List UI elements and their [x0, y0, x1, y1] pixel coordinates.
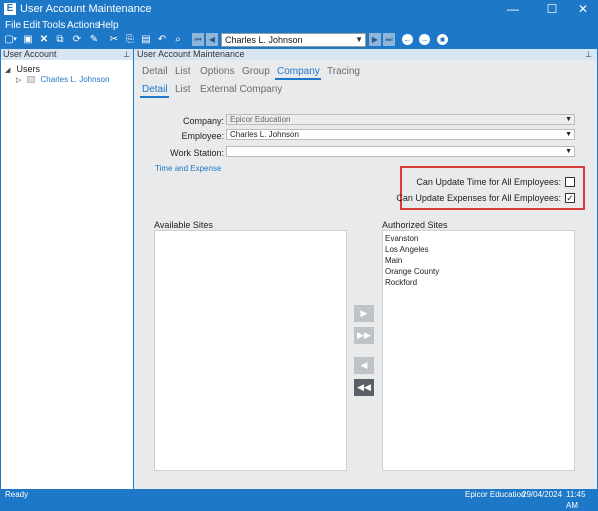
chevron-down-icon[interactable]: ▼: [355, 34, 363, 46]
attachment-icon[interactable]: ⧉: [54, 33, 66, 46]
window-title: User Account Maintenance: [20, 3, 152, 15]
active-tab-underline: [275, 78, 321, 80]
collapse-arrow-icon[interactable]: ◢: [5, 67, 10, 74]
employee-dropdown[interactable]: Charles L. Johnson ▼: [226, 129, 575, 140]
list-item[interactable]: Main: [385, 256, 402, 265]
subtab-detail[interactable]: Detail: [142, 84, 168, 95]
user-record-icon: [27, 75, 36, 83]
workstation-dropdown[interactable]: ▼: [226, 146, 575, 157]
save-icon[interactable]: ▣: [22, 33, 34, 46]
status-company: Epicor Education: [465, 490, 526, 499]
last-record-icon[interactable]: ⏭: [383, 33, 395, 46]
pin-icon[interactable]: ⊥: [123, 49, 130, 60]
highlight-box: [400, 166, 585, 210]
list-item[interactable]: Rockford: [385, 278, 417, 287]
tab-options[interactable]: Options: [200, 66, 234, 77]
can-update-time-checkbox[interactable]: [565, 177, 575, 187]
tree-node-label: Charles L. Johnson: [40, 75, 110, 84]
paste-icon[interactable]: ▤: [140, 33, 152, 46]
record-selector-value: Charles L. Johnson: [225, 35, 303, 45]
toolbar: ▢ ▾ ▣ ✕ ⧉ ⟳ ✎ ✂ ⎘ ▤ ↶ ⌕ ⏮ ◀ Charles L. J…: [0, 32, 598, 48]
main-panel: User Account Maintenance ⊥ Detail List O…: [134, 49, 597, 489]
move-all-left-button[interactable]: ◀◀: [354, 379, 374, 396]
can-update-expenses-checkbox[interactable]: ✓: [565, 193, 575, 203]
tab-group[interactable]: Group: [242, 66, 270, 77]
find-icon[interactable]: ⌕: [172, 33, 184, 46]
menu-actions[interactable]: Actions: [67, 20, 100, 31]
app-logo-icon: E: [4, 3, 16, 15]
minimize-button[interactable]: —: [496, 0, 530, 18]
available-sites-label: Available Sites: [154, 220, 213, 230]
main-panel-title: User Account Maintenance: [137, 49, 245, 59]
authorized-sites-list[interactable]: Evanston Los Angeles Main Orange County …: [382, 230, 575, 471]
maximize-button[interactable]: ☐: [535, 0, 569, 18]
status-time: 11:45 AM: [566, 490, 586, 510]
list-item[interactable]: Evanston: [385, 234, 418, 243]
forward-icon[interactable]: →: [419, 34, 430, 45]
copy-icon[interactable]: ⎘: [124, 33, 136, 46]
new-dropdown-icon[interactable]: ▾: [12, 33, 18, 46]
status-text: Ready: [5, 490, 29, 499]
time-and-expense-link[interactable]: Time and Expense: [155, 164, 221, 173]
chevron-down-icon[interactable]: ▼: [565, 130, 572, 139]
menu-help[interactable]: Help: [98, 20, 119, 31]
tab-list[interactable]: List: [175, 66, 191, 77]
expand-arrow-icon[interactable]: ▷: [16, 77, 21, 84]
authorized-sites-label: Authorized Sites: [382, 220, 448, 230]
company-value: Epicor Education: [230, 115, 291, 124]
next-record-icon[interactable]: ▶: [369, 33, 381, 46]
close-button[interactable]: ✕: [566, 0, 598, 18]
subtab-list[interactable]: List: [175, 84, 191, 95]
main-panel-header: User Account Maintenance ⊥: [134, 49, 597, 60]
tab-company[interactable]: Company: [277, 66, 320, 77]
delete-icon[interactable]: ✕: [38, 33, 50, 46]
record-selector[interactable]: Charles L. Johnson ▼: [221, 33, 366, 47]
tree-panel-title: User Account: [3, 49, 57, 59]
undo-icon[interactable]: ↶: [156, 33, 168, 46]
menu-bar: File Edit Tools Actions Help: [0, 18, 598, 32]
user-account-tree-panel: User Account ⊥ ◢ Users ▷ Charles L. John…: [1, 49, 133, 489]
list-item[interactable]: Los Angeles: [385, 245, 429, 254]
available-sites-list[interactable]: [154, 230, 347, 471]
menu-file[interactable]: File: [5, 20, 21, 31]
status-bar: Ready Epicor Education 29/04/2024 11:45 …: [0, 489, 598, 510]
list-item[interactable]: Orange County: [385, 267, 439, 276]
refresh-icon[interactable]: ⟳: [71, 33, 83, 46]
chevron-down-icon[interactable]: ▼: [565, 147, 572, 156]
tab-tracing[interactable]: Tracing: [327, 66, 360, 77]
company-label: Company:: [182, 116, 224, 126]
employee-value: Charles L. Johnson: [230, 130, 299, 139]
menu-tools[interactable]: Tools: [42, 20, 65, 31]
can-update-time-label: Can Update Time for All Employees:: [416, 177, 561, 187]
tab-detail[interactable]: Detail: [142, 66, 168, 77]
cut-icon[interactable]: ✂: [108, 33, 120, 46]
pin-icon[interactable]: ⊥: [585, 49, 592, 60]
tree-panel-header: User Account ⊥: [1, 49, 133, 60]
title-bar: E User Account Maintenance — ☐ ✕: [0, 0, 598, 18]
menu-edit[interactable]: Edit: [23, 20, 40, 31]
employee-label: Employee:: [181, 131, 224, 141]
stop-icon[interactable]: ■: [437, 34, 448, 45]
active-subtab-underline: [140, 96, 169, 98]
can-update-expenses-label: Can Update Expenses for All Employees:: [396, 193, 561, 203]
company-dropdown[interactable]: Epicor Education ▼: [226, 114, 575, 125]
clear-icon[interactable]: ✎: [88, 33, 100, 46]
move-right-button[interactable]: ▶: [354, 305, 374, 322]
tree-node-user[interactable]: ▷ Charles L. Johnson: [16, 73, 109, 85]
previous-record-icon[interactable]: ◀: [206, 33, 218, 46]
status-date: 29/04/2024: [522, 490, 563, 499]
first-record-icon[interactable]: ⏮: [192, 33, 204, 46]
chevron-down-icon[interactable]: ▼: [565, 115, 572, 124]
move-all-right-button[interactable]: ▶▶: [354, 327, 374, 344]
move-left-button[interactable]: ◀: [354, 357, 374, 374]
subtab-external-company[interactable]: External Company: [200, 84, 282, 95]
back-icon[interactable]: ←: [402, 34, 413, 45]
workstation-label: Work Station:: [170, 148, 224, 158]
